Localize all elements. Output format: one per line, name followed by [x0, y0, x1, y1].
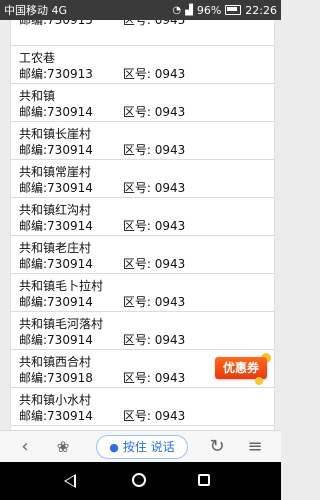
place-name: 共和镇老庄村	[19, 241, 92, 255]
list-item[interactable]: 共和镇老庄村 邮编:730914 区号: 0943	[11, 236, 274, 274]
list-item[interactable]: 共和镇毛卜拉村 邮编:730914 区号: 0943	[11, 274, 274, 312]
coupon-label: 优惠券	[215, 357, 267, 379]
postcode-label: 邮编:	[19, 143, 48, 157]
place-name: 共和镇毛河落村	[19, 317, 104, 331]
district-value: 0943	[154, 181, 186, 195]
district-label: 区号:	[122, 409, 151, 423]
battery-percent: 96%	[196, 3, 222, 17]
district-value: 0943	[154, 371, 186, 385]
place-name: 共和镇常崖村	[19, 165, 92, 179]
voice-button[interactable]: ● 按住 说话	[96, 435, 188, 459]
microphone-icon: ●	[109, 441, 119, 454]
postcode-label: 邮编:	[19, 295, 48, 309]
district-label: 区号:	[122, 219, 151, 233]
browser-toolbar: ‹ ❀ ● 按住 说话 ↻ ≡	[0, 430, 281, 462]
system-nav-bar	[0, 462, 281, 500]
district-label: 区号:	[122, 371, 151, 385]
battery-icon	[225, 5, 242, 15]
district-label: 区号:	[122, 20, 151, 27]
coupon-button[interactable]: 优惠券	[215, 353, 274, 385]
status-bar: 中国移动 4G ◔ ▟ 96% 22:26	[0, 0, 281, 20]
postcode-value: 730914	[47, 333, 93, 347]
district-label: 区号:	[122, 257, 151, 271]
postcode-label: 邮编:	[19, 371, 48, 385]
district-value: 0943	[154, 67, 186, 81]
postcode-label: 邮编:	[19, 409, 48, 423]
postcode-label: 邮编:	[19, 181, 48, 195]
postal-code-page[interactable]: 邮编:730915 区号: 0943 工农巷 邮编:730913 区号: 0943 共和镇…	[10, 20, 275, 430]
district-value: 0943	[154, 333, 186, 347]
district-value: 0943	[154, 295, 186, 309]
postcode-value: 730914	[47, 295, 93, 309]
district-label: 区号:	[122, 295, 151, 309]
postcode-value: 730914	[47, 105, 93, 119]
postcode-value: 730918	[47, 371, 93, 385]
list-item[interactable]: 邮编:730915 区号: 0943	[11, 20, 274, 46]
postcode-value: 730913	[47, 67, 93, 81]
postcode-label: 邮编:	[19, 333, 48, 347]
signal-icon: ▟	[185, 4, 193, 16]
postcode-label: 邮编:	[19, 20, 48, 27]
list-item[interactable]: 共和镇红沟村 邮编:730914 区号: 0943	[11, 198, 274, 236]
coupon-coin-icon	[255, 377, 263, 385]
nav-home-icon[interactable]	[132, 473, 146, 487]
place-name: 共和镇红沟村	[19, 203, 92, 217]
district-value: 0943	[154, 105, 186, 119]
postcode-value: 730914	[47, 409, 93, 423]
list-item[interactable]: 共和镇邮编:730914 区号: 0943	[11, 84, 274, 122]
back-icon[interactable]: ‹	[14, 435, 36, 459]
district-value: 0943	[154, 257, 186, 271]
paw-icon[interactable]: ❀	[52, 435, 74, 459]
district-value: 0943	[154, 143, 186, 157]
postcode-label: 邮编:	[19, 105, 48, 119]
district-label: 区号:	[122, 143, 151, 157]
district-label: 区号:	[122, 105, 151, 119]
place-name: 共和镇	[19, 89, 56, 103]
place-name: 共和镇小水村	[19, 393, 92, 407]
district-value: 0943	[154, 20, 186, 27]
postcode-value: 730914	[47, 143, 93, 157]
voice-label: 按住 说话	[122, 440, 175, 454]
clock: 22:26	[245, 3, 277, 17]
place-name: 共和镇长崖村	[19, 127, 92, 141]
list-item[interactable]: 共和镇长崖村 邮编:730914 区号: 0943	[11, 122, 274, 160]
postcode-value: 730914	[47, 257, 93, 271]
district-label: 区号:	[122, 181, 151, 195]
district-value: 0943	[154, 409, 186, 423]
carrier-label: 中国移动 4G	[4, 4, 68, 17]
nav-back-icon[interactable]	[64, 474, 76, 488]
postcode-label: 邮编:	[19, 219, 48, 233]
list-item[interactable]: 共和镇毛河落村 邮编:730914 区号: 0943	[11, 312, 274, 350]
menu-icon[interactable]: ≡	[244, 435, 266, 459]
list-item[interactable]: 共和镇小水村 邮编:730914 区号: 0943	[11, 388, 274, 426]
postcode-label: 邮编:	[19, 257, 48, 271]
district-label: 区号:	[122, 333, 151, 347]
list-item[interactable]: 共和镇常崖村 邮编:730914 区号: 0943	[11, 160, 274, 198]
nav-recent-icon[interactable]	[198, 474, 210, 486]
refresh-icon[interactable]: ↻	[206, 435, 228, 459]
wifi-icon: ◔	[172, 4, 182, 16]
place-name: 共和镇毛卜拉村	[19, 279, 104, 293]
postcode-value: 730914	[47, 219, 93, 233]
postcode-value: 730914	[47, 181, 93, 195]
postcode-value: 730915	[47, 20, 93, 27]
place-name: 工农巷	[19, 51, 56, 65]
district-label: 区号:	[122, 67, 151, 81]
list-item[interactable]: 工农巷邮编:730913 区号: 0943	[11, 46, 274, 84]
district-value: 0943	[154, 219, 186, 233]
postcode-label: 邮编:	[19, 67, 48, 81]
